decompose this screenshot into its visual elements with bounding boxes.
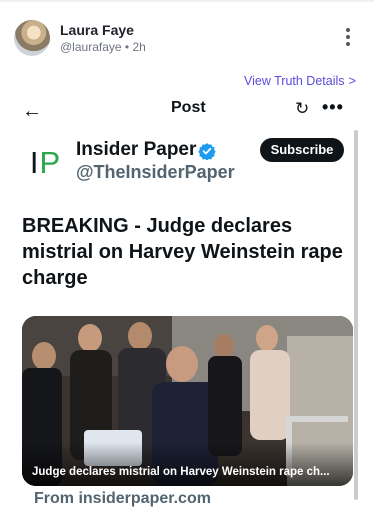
view-truth-details-link[interactable]: View Truth Details > xyxy=(244,73,356,88)
embedded-more-icon[interactable]: ••• xyxy=(322,97,344,118)
top-divider xyxy=(0,0,374,2)
refresh-icon[interactable]: ↻ xyxy=(295,99,309,119)
chevron-right-icon: > xyxy=(348,73,357,88)
link-source[interactable]: From insiderpaper.com xyxy=(34,490,211,508)
author-name[interactable]: Laura Faye xyxy=(60,22,146,39)
post-time: 2h xyxy=(132,39,146,54)
meta-separator: • xyxy=(124,39,130,54)
more-options-icon[interactable] xyxy=(344,28,352,48)
logo-letter-p: P xyxy=(39,144,61,180)
author-handle[interactable]: @laurafaye xyxy=(60,40,122,54)
embedded-scrollbar xyxy=(354,130,358,500)
post-author[interactable]: Laura Faye @laurafaye • 2h xyxy=(14,20,146,56)
arrow-left-icon[interactable]: ← xyxy=(22,100,42,123)
author-meta: @laurafaye • 2h xyxy=(60,39,146,55)
account-name[interactable]: Insider Paper xyxy=(76,139,196,161)
embedded-post-header: ← Post ↻ ••• xyxy=(0,96,374,126)
avatar[interactable] xyxy=(14,20,50,56)
view-details-label: View Truth Details xyxy=(244,74,345,88)
courtroom-photo xyxy=(22,316,353,486)
insider-paper-logo[interactable]: IP xyxy=(24,141,66,183)
article-image-card[interactable]: Judge declares mistrial on Harvey Weinst… xyxy=(22,316,353,486)
image-caption: Judge declares mistrial on Harvey Weinst… xyxy=(32,466,330,478)
embedded-page-title: Post xyxy=(171,99,206,116)
logo-letter-i: I xyxy=(29,144,39,180)
account-handle[interactable]: @TheInsiderPaper xyxy=(76,162,235,183)
author-text: Laura Faye @laurafaye • 2h xyxy=(60,22,146,55)
post-headline: BREAKING - Judge declares mistrial on Ha… xyxy=(22,215,343,289)
verified-badge-icon xyxy=(198,143,216,160)
subscribe-button[interactable]: Subscribe xyxy=(260,138,344,162)
